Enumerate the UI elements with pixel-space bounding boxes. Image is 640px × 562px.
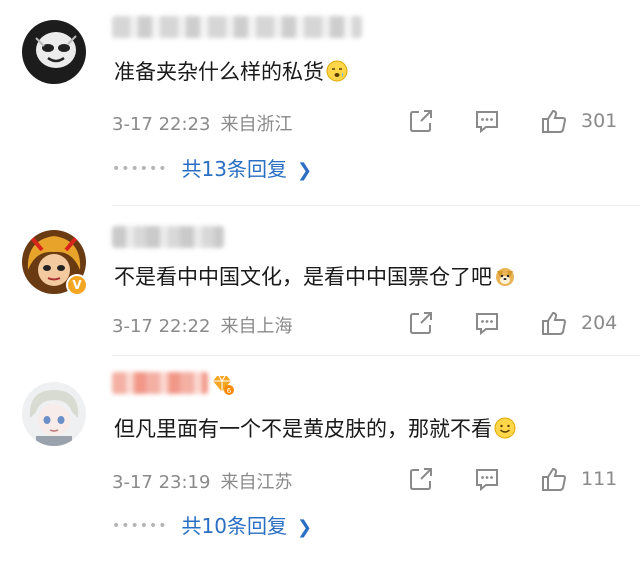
comment-icon[interactable] bbox=[474, 466, 500, 492]
comment-item: V 不是看中中国文化，是看中中国票仓了吧 3-17 22:22 来自上海 204 bbox=[0, 206, 640, 356]
share-icon[interactable] bbox=[408, 108, 434, 134]
comment-item: 6 但凡里面有一个不是黄皮肤的，那就不看 3-17 23:19 来自江苏 111 … bbox=[0, 356, 640, 562]
like-count: 301 bbox=[581, 110, 618, 132]
timestamp: 3-17 22:22 bbox=[112, 316, 211, 337]
dots-icon: •••••• bbox=[112, 518, 168, 534]
thumbs-up-icon[interactable] bbox=[541, 310, 567, 336]
comment-item: 准备夹杂什么样的私货 3-17 22:23 来自浙江 301 •••••• 共13条… bbox=[0, 0, 640, 206]
replies-label: 共10条回复 bbox=[181, 514, 287, 538]
username-blurred[interactable] bbox=[112, 372, 208, 394]
replies-label: 共13条回复 bbox=[181, 157, 287, 181]
comment-text: 准备夹杂什么样的私货 bbox=[114, 57, 348, 87]
verified-badge-icon: V bbox=[66, 274, 88, 296]
sleepy-emoji-icon bbox=[326, 60, 348, 82]
location: 来自浙江 bbox=[220, 114, 293, 135]
svg-text:6: 6 bbox=[227, 387, 232, 395]
view-replies-link[interactable]: •••••• 共13条回复 ❯ bbox=[112, 153, 312, 182]
like-count: 204 bbox=[581, 312, 618, 334]
comment-meta: 3-17 22:23 来自浙江 bbox=[112, 110, 292, 136]
smile-emoji-icon bbox=[494, 417, 516, 439]
username-blurred[interactable] bbox=[112, 16, 362, 38]
location: 来自上海 bbox=[220, 316, 293, 337]
dots-icon: •••••• bbox=[112, 161, 168, 177]
view-replies-link[interactable]: •••••• 共10条回复 ❯ bbox=[112, 510, 312, 539]
thumbs-up-icon[interactable] bbox=[541, 108, 567, 134]
thumbs-up-icon[interactable] bbox=[541, 466, 567, 492]
timestamp: 3-17 22:23 bbox=[112, 114, 211, 135]
comment-icon[interactable] bbox=[474, 108, 500, 134]
avatar[interactable] bbox=[22, 382, 86, 446]
comment-text: 不是看中中国文化，是看中中国票仓了吧 bbox=[114, 262, 516, 292]
chevron-right-icon: ❯ bbox=[297, 517, 313, 538]
username-blurred[interactable] bbox=[112, 226, 224, 248]
timestamp: 3-17 23:19 bbox=[112, 472, 211, 493]
like-count: 111 bbox=[581, 468, 618, 490]
vip-level-badge-icon: 6 bbox=[210, 372, 234, 396]
comment-icon[interactable] bbox=[474, 310, 500, 336]
comment-text: 但凡里面有一个不是黄皮肤的，那就不看 bbox=[114, 414, 516, 444]
share-icon[interactable] bbox=[408, 466, 434, 492]
avatar[interactable] bbox=[22, 20, 86, 84]
chevron-right-icon: ❯ bbox=[297, 160, 313, 181]
comment-meta: 3-17 22:22 来自上海 bbox=[112, 312, 292, 338]
share-icon[interactable] bbox=[408, 310, 434, 336]
doge-emoji-icon bbox=[494, 265, 516, 287]
comment-meta: 3-17 23:19 来自江苏 bbox=[112, 468, 292, 494]
location: 来自江苏 bbox=[220, 472, 293, 493]
